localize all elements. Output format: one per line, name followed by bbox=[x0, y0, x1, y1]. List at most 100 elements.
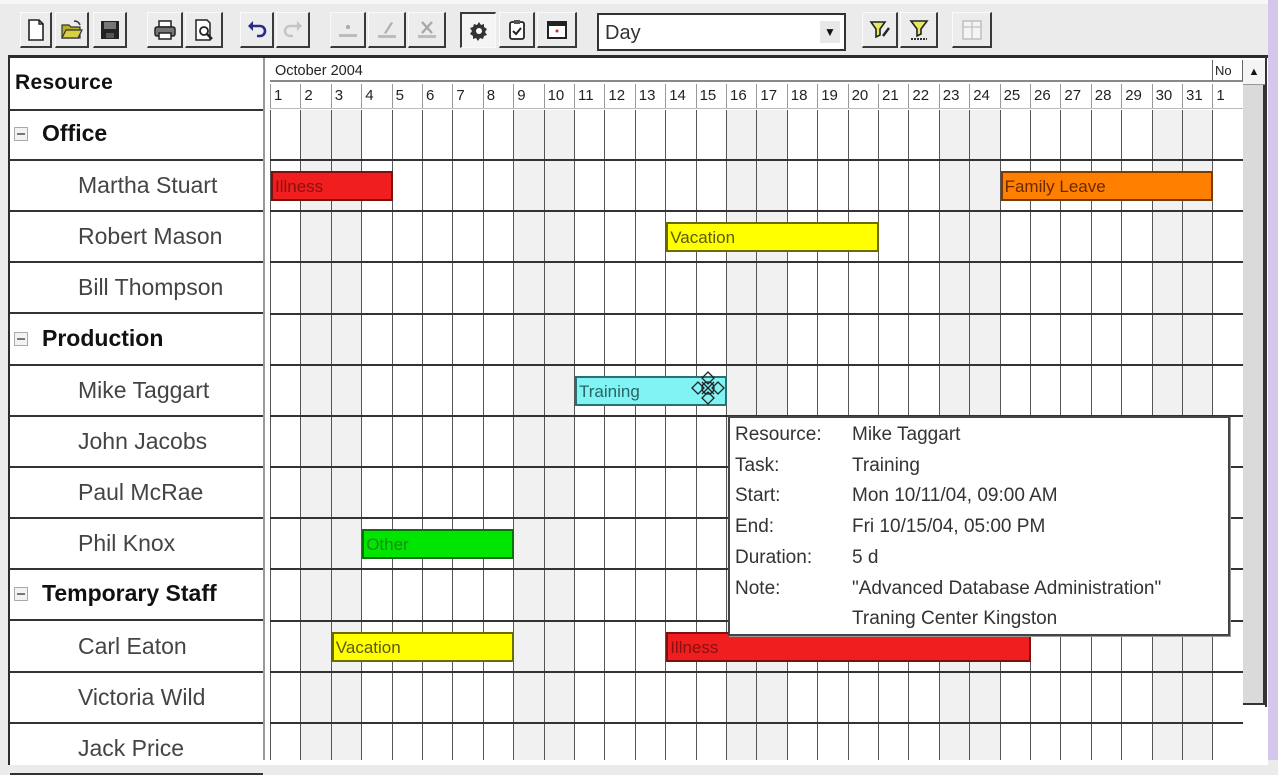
row-gridline bbox=[270, 210, 1243, 212]
day-header-cell[interactable]: 10 bbox=[543, 84, 574, 108]
resource-row[interactable]: Robert Mason bbox=[10, 212, 263, 264]
day-header-cell[interactable]: 27 bbox=[1060, 84, 1090, 108]
redo-icon bbox=[283, 20, 302, 37]
day-header-cell[interactable]: 25 bbox=[999, 84, 1030, 108]
group-row[interactable]: Office bbox=[10, 110, 263, 161]
resource-row[interactable]: Carl Eaton bbox=[10, 622, 263, 673]
task-list-button[interactable] bbox=[499, 12, 535, 48]
resource-column-header[interactable]: Resource bbox=[10, 58, 263, 111]
day-header-cell[interactable]: 15 bbox=[695, 84, 726, 108]
save-button[interactable] bbox=[93, 12, 127, 48]
day-gridline bbox=[513, 110, 514, 760]
day-header-cell[interactable]: 1 bbox=[270, 84, 300, 108]
row-gridline bbox=[270, 261, 1243, 263]
task-label: Vacation bbox=[670, 228, 736, 248]
day-header-cell[interactable]: 18 bbox=[786, 84, 817, 108]
day-header-cell[interactable]: 14 bbox=[665, 84, 695, 108]
task-tooltip: Resource: Mike Taggart Task: Training Start:… bbox=[728, 416, 1230, 636]
task-bar-vacation[interactable]: Vacation bbox=[331, 631, 515, 662]
task-bar-family-leave[interactable]: Family Leave bbox=[1000, 171, 1214, 202]
day-header-cell[interactable]: 9 bbox=[513, 84, 543, 108]
day-header-cell[interactable]: 22 bbox=[908, 84, 938, 108]
redo-button[interactable] bbox=[276, 12, 310, 48]
day-header-cell[interactable]: 21 bbox=[878, 84, 908, 108]
scroll-up-button[interactable]: ▲ bbox=[1243, 60, 1265, 85]
vertical-scrollbar[interactable] bbox=[1243, 85, 1265, 705]
day-header-cell[interactable]: 6 bbox=[422, 84, 452, 108]
collapse-icon[interactable] bbox=[14, 587, 28, 602]
day-header-cell[interactable]: 7 bbox=[452, 84, 482, 108]
resource-row[interactable]: Phil Knox bbox=[10, 519, 263, 571]
open-button[interactable] bbox=[55, 12, 89, 48]
day-header-cell[interactable]: 31 bbox=[1182, 84, 1212, 108]
day-header-cell[interactable]: 28 bbox=[1090, 84, 1121, 108]
day-header-cell[interactable]: 3 bbox=[330, 84, 361, 108]
view-scale-select[interactable]: Day ▼ bbox=[597, 13, 846, 51]
print-button[interactable] bbox=[147, 12, 183, 48]
day-gridline bbox=[665, 110, 666, 760]
resource-list: Office Martha Stuart Robert Mason Bill Thom… bbox=[10, 110, 263, 775]
delete-task-button[interactable] bbox=[408, 12, 446, 48]
day-header-cell[interactable]: 23 bbox=[938, 84, 969, 108]
day-header-cell[interactable]: 30 bbox=[1151, 84, 1182, 108]
day-header-cell[interactable]: 5 bbox=[391, 84, 422, 108]
resource-name: Robert Mason bbox=[78, 223, 223, 250]
day-header-cell[interactable]: 26 bbox=[1030, 84, 1060, 108]
group-row[interactable]: Temporary Staff bbox=[10, 570, 263, 622]
grid-layout-icon bbox=[961, 19, 982, 40]
day-header-cell[interactable]: 19 bbox=[817, 84, 847, 108]
day-gridline bbox=[544, 110, 545, 760]
month-header: October 2004 bbox=[270, 60, 1213, 82]
resource-row[interactable]: Jack Price bbox=[10, 724, 263, 775]
day-header-cell[interactable]: 11 bbox=[574, 84, 604, 108]
day-header-cell[interactable]: 24 bbox=[969, 84, 999, 108]
day-header-cell[interactable]: 4 bbox=[361, 84, 391, 108]
clear-filter-button[interactable] bbox=[900, 12, 938, 48]
day-gridline bbox=[270, 110, 271, 760]
timeline-header: October 2004 No 1 2 3 4 5 6 7 8 9 10 11 12 13 14 15 16 1… bbox=[270, 58, 1243, 110]
day-header-cell[interactable]: 20 bbox=[847, 84, 878, 108]
calendar-view-button[interactable] bbox=[537, 12, 577, 48]
task-bar-other[interactable]: Other bbox=[362, 529, 515, 560]
tooltip-value: Traning Center Kingston bbox=[852, 608, 1058, 630]
group-row[interactable]: Production bbox=[10, 315, 263, 366]
undo-button[interactable] bbox=[240, 12, 274, 48]
day-header-cell[interactable]: 1 bbox=[1212, 84, 1242, 108]
edit-filter-button[interactable] bbox=[862, 12, 898, 48]
collapse-icon[interactable] bbox=[14, 127, 28, 141]
tooltip-value: Training bbox=[852, 454, 920, 476]
calendar-window-icon bbox=[546, 20, 567, 39]
open-folder-icon bbox=[60, 19, 83, 39]
new-button[interactable] bbox=[20, 12, 52, 48]
tooltip-row: Traning Center Kingston bbox=[730, 608, 1228, 638]
resource-row[interactable]: Mike Taggart bbox=[10, 366, 263, 417]
resource-row[interactable]: Martha Stuart bbox=[10, 161, 263, 213]
task-bar-vacation[interactable]: Vacation bbox=[666, 222, 879, 253]
task-bar-illness[interactable]: Illness bbox=[271, 171, 393, 202]
clipboard-check-icon bbox=[508, 19, 525, 40]
resource-row[interactable]: Paul McRae bbox=[10, 468, 263, 520]
tooltip-value: 5 d bbox=[852, 546, 879, 568]
edit-task-button[interactable] bbox=[368, 12, 406, 48]
panel-splitter[interactable] bbox=[263, 58, 265, 760]
day-header-cell[interactable]: 13 bbox=[634, 84, 665, 108]
day-header-cell[interactable]: 16 bbox=[726, 84, 756, 108]
chevron-down-icon[interactable]: ▼ bbox=[820, 21, 840, 43]
grid-layout-button[interactable] bbox=[952, 12, 992, 48]
day-header-cell[interactable]: 2 bbox=[300, 84, 330, 108]
resource-row[interactable]: Victoria Wild bbox=[10, 673, 263, 724]
day-header-cell[interactable]: 29 bbox=[1121, 84, 1151, 108]
day-header-cell[interactable]: 17 bbox=[756, 84, 786, 108]
resource-row[interactable]: John Jacobs bbox=[10, 417, 263, 468]
collapse-icon[interactable] bbox=[14, 331, 28, 346]
day-header-cell[interactable]: 12 bbox=[604, 84, 634, 108]
insert-task-button[interactable] bbox=[330, 12, 366, 48]
tooltip-row: Duration: 5 d bbox=[730, 547, 1228, 577]
view-scale-value: Day bbox=[605, 22, 641, 44]
print-preview-button[interactable] bbox=[185, 12, 223, 48]
resource-name: John Jacobs bbox=[78, 427, 208, 454]
resource-view-toggle[interactable] bbox=[460, 12, 496, 48]
day-header-cell[interactable]: 8 bbox=[482, 84, 513, 108]
task-label: Illness bbox=[275, 177, 324, 197]
resource-row[interactable]: Bill Thompson bbox=[10, 263, 263, 315]
